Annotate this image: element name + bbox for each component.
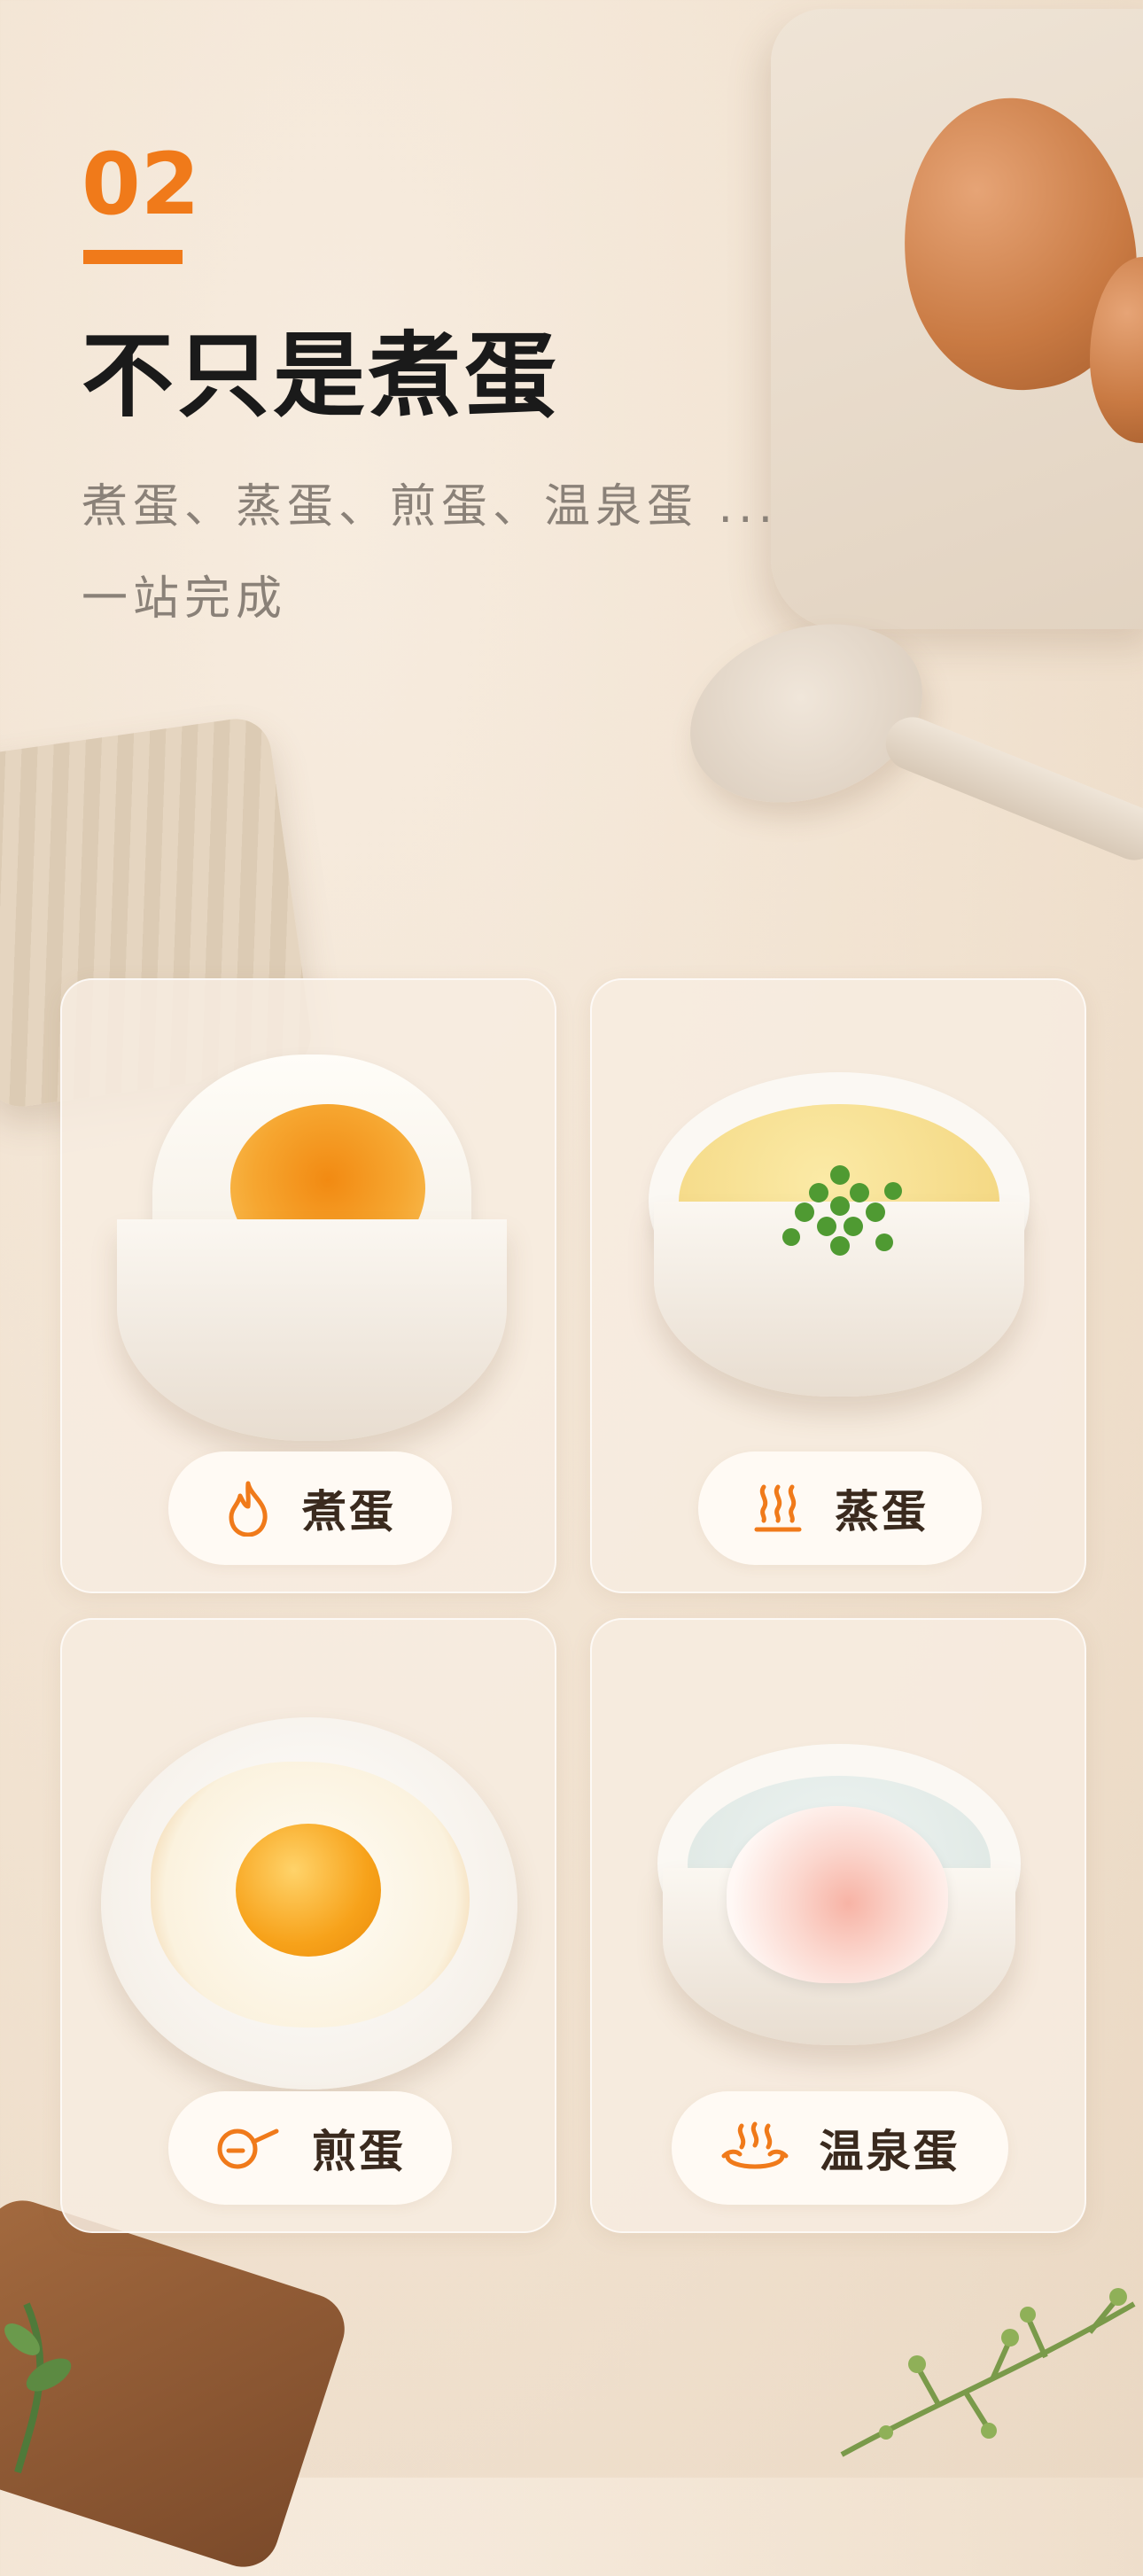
accent-underline [83, 250, 183, 264]
egg-yolk [236, 1824, 381, 1957]
onsen-egg [727, 1806, 948, 1983]
peas [782, 1165, 902, 1256]
steam-icon [754, 1484, 802, 1532]
spoon [665, 593, 948, 834]
subtitle-line-2: 一站完成 [82, 572, 288, 626]
hot-spring-icon [721, 2121, 788, 2169]
mode-label: 温泉蛋 [819, 2126, 960, 2177]
mode-label: 煮蛋 [302, 1486, 396, 1537]
herb-sprig-icon [840, 2288, 1136, 2457]
mode-label: 煎蛋 [312, 2126, 406, 2177]
egg-cup [117, 1219, 507, 1441]
card-onsen-egg[interactable]: 温泉蛋 [590, 1618, 1086, 2233]
subtitle-line-1: 煮蛋、蒸蛋、煎蛋、温泉蛋 ... [82, 480, 779, 533]
card-steamed-egg[interactable]: 蒸蛋 [590, 978, 1086, 1593]
leaf-icon [4, 2302, 72, 2474]
page-title: 不只是煮蛋 [82, 322, 561, 430]
card-boiled-egg[interactable]: 煮蛋 [60, 978, 556, 1593]
mode-button-boil[interactable]: 煮蛋 [168, 1451, 452, 1565]
mode-button-steam[interactable]: 蒸蛋 [698, 1451, 982, 1565]
card-fried-egg[interactable]: 煎蛋 [60, 1618, 556, 2233]
section-number: 02 [82, 135, 200, 234]
frying-pan-icon [217, 2129, 279, 2169]
flame-icon [229, 1481, 268, 1537]
mode-label: 蒸蛋 [835, 1486, 929, 1537]
spoon-handle [877, 709, 1143, 868]
mode-button-fry[interactable]: 煎蛋 [168, 2091, 452, 2205]
mode-button-onsen[interactable]: 温泉蛋 [672, 2091, 1008, 2205]
